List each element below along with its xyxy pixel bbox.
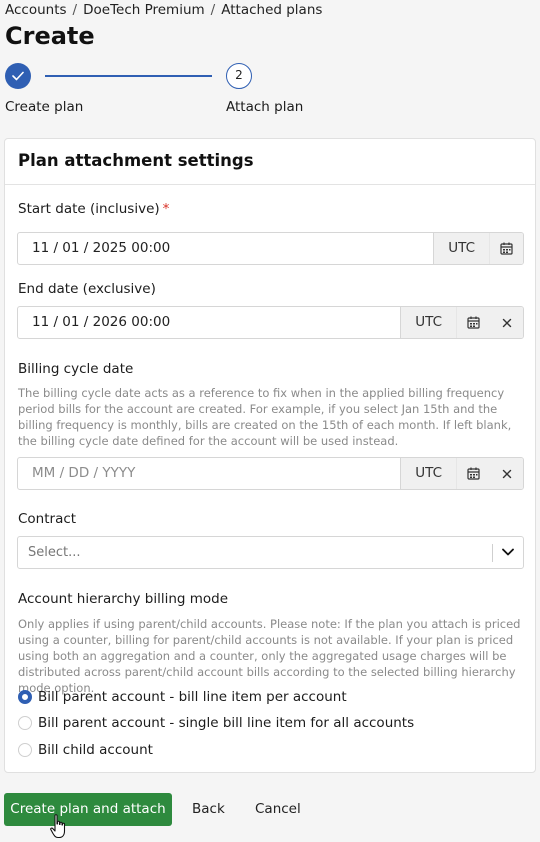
- start-date-label-text: Start date (inclusive): [18, 201, 160, 217]
- start-date-field[interactable]: 11 / 01 / 2025 00:00 UTC: [17, 232, 524, 265]
- checkmark-icon: [12, 71, 24, 81]
- card-header: Plan attachment settings: [5, 139, 535, 185]
- radio-label: Bill parent account - single bill line i…: [38, 715, 415, 731]
- end-date-field[interactable]: 11 / 01 / 2026 00:00 UTC: [17, 306, 524, 339]
- contract-label: Contract: [18, 511, 77, 527]
- card-title: Plan attachment settings: [18, 151, 254, 170]
- billing-cycle-timezone: UTC: [401, 458, 457, 489]
- end-date-label: End date (exclusive): [18, 281, 156, 297]
- hierarchy-mode-help-text: Only applies if using parent/child accou…: [18, 617, 521, 695]
- cancel-button[interactable]: Cancel: [255, 793, 301, 826]
- select-divider: [492, 544, 493, 562]
- start-date-addons: UTC: [433, 233, 523, 264]
- calendar-icon[interactable]: [457, 307, 490, 338]
- radio-option-parent-per-account[interactable]: Bill parent account - bill line item per…: [18, 687, 347, 707]
- breadcrumb-item-attached-plans[interactable]: Attached plans: [221, 2, 322, 18]
- plan-attachment-card: Plan attachment settings Start date (inc…: [4, 138, 536, 773]
- step-completed-indicator: [5, 63, 31, 89]
- billing-cycle-date-field[interactable]: MM / DD / YYYY UTC: [17, 457, 524, 490]
- calendar-icon[interactable]: [457, 458, 490, 489]
- billing-cycle-addons: UTC: [400, 458, 523, 489]
- billing-cycle-help-text: The billing cycle date acts as a referen…: [18, 386, 512, 448]
- clear-icon[interactable]: [490, 307, 523, 338]
- step-connector: [45, 75, 212, 77]
- end-date-input[interactable]: 11 / 01 / 2026 00:00: [18, 307, 400, 338]
- end-date-timezone: UTC: [401, 307, 457, 338]
- back-button[interactable]: Back: [192, 793, 225, 826]
- clear-icon[interactable]: [490, 458, 523, 489]
- breadcrumb: Accounts / DoeTech Premium / Attached plans: [5, 2, 322, 18]
- required-marker: *: [162, 201, 170, 217]
- contract-select-placeholder: Select...: [28, 545, 81, 560]
- step-label-attach-plan: Attach plan: [226, 99, 304, 115]
- billing-cycle-date-input[interactable]: MM / DD / YYYY: [18, 458, 400, 489]
- radio-label: Bill child account: [38, 742, 153, 758]
- breadcrumb-separator: /: [72, 2, 78, 18]
- start-date-input[interactable]: 11 / 01 / 2025 00:00: [18, 233, 433, 264]
- billing-cycle-date-label: Billing cycle date: [18, 361, 134, 377]
- stepper: 2 Create plan Attach plan: [5, 63, 305, 123]
- step-label-create-plan: Create plan: [5, 99, 84, 115]
- end-date-addons: UTC: [400, 307, 523, 338]
- hand-cursor-icon: [50, 814, 66, 839]
- radio-button[interactable]: [18, 743, 32, 757]
- start-date-label: Start date (inclusive) *: [18, 201, 169, 217]
- step-current-indicator: 2: [226, 63, 252, 89]
- radio-option-child-account[interactable]: Bill child account: [18, 740, 153, 760]
- radio-button-selected[interactable]: [18, 690, 32, 704]
- breadcrumb-separator: /: [210, 2, 216, 18]
- start-date-timezone: UTC: [434, 233, 490, 264]
- hierarchy-mode-label: Account hierarchy billing mode: [18, 591, 229, 607]
- page-title: Create: [5, 22, 95, 50]
- breadcrumb-item-accounts[interactable]: Accounts: [5, 2, 67, 18]
- calendar-icon[interactable]: [490, 233, 523, 264]
- chevron-down-icon[interactable]: [502, 548, 514, 556]
- radio-label: Bill parent account - bill line item per…: [38, 689, 347, 705]
- breadcrumb-item-account[interactable]: DoeTech Premium: [83, 2, 205, 18]
- radio-option-parent-single-line[interactable]: Bill parent account - single bill line i…: [18, 713, 414, 733]
- radio-button[interactable]: [18, 716, 32, 730]
- create-plan-and-attach-button[interactable]: Create plan and attach: [4, 793, 172, 826]
- contract-select[interactable]: Select...: [17, 536, 524, 569]
